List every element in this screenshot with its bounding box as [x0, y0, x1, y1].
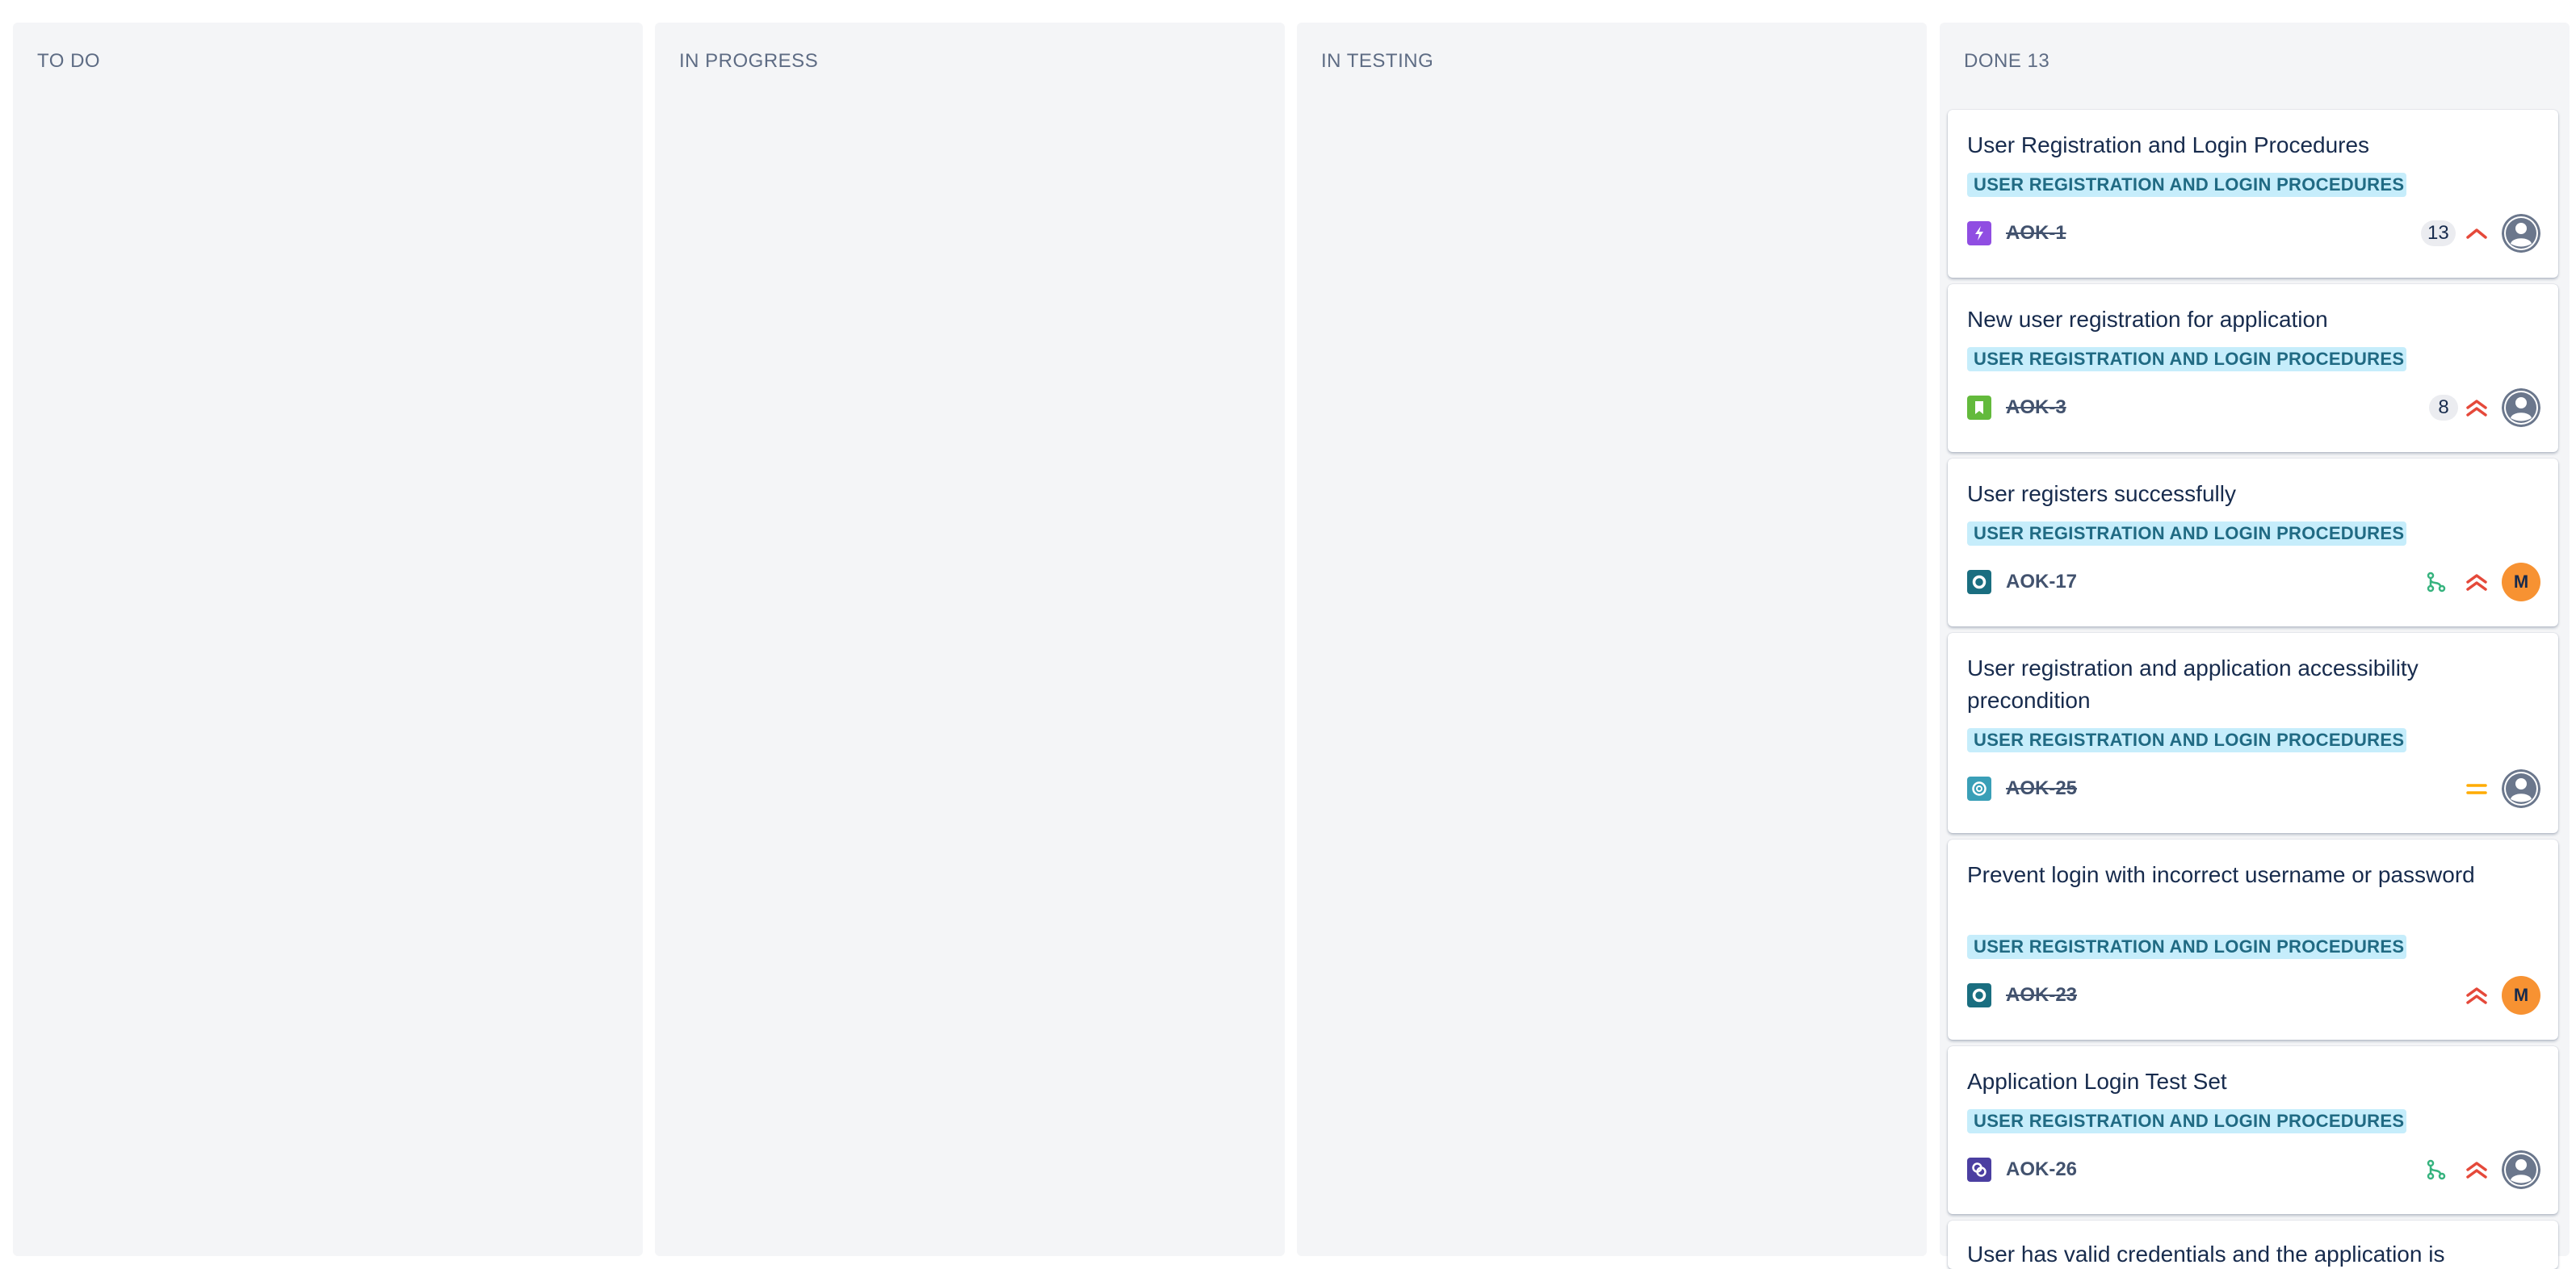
- issue-card[interactable]: User Registration and Login Procedures U…: [1948, 110, 2558, 278]
- high-priority-icon: [2466, 228, 2487, 239]
- git-branch-icon[interactable]: [2424, 570, 2448, 594]
- issue-key[interactable]: AOK-23: [2006, 983, 2077, 1007]
- column-header-todo: TO DO: [37, 50, 101, 72]
- column-in-testing: IN TESTING: [1297, 23, 1927, 1256]
- epic-label[interactable]: USER REGISTRATION AND LOGIN PROCEDURES: [1967, 935, 2406, 959]
- epic-label[interactable]: USER REGISTRATION AND LOGIN PROCEDURES: [1967, 347, 2406, 371]
- issue-card[interactable]: Application Login Test Set USER REGISTRA…: [1948, 1046, 2558, 1214]
- epic-lightning-icon: [1967, 221, 1991, 245]
- issue-key[interactable]: AOK-3: [2006, 396, 2066, 420]
- epic-label[interactable]: USER REGISTRATION AND LOGIN PROCEDURES: [1967, 173, 2406, 197]
- issue-card[interactable]: User registration and application access…: [1948, 633, 2558, 833]
- card-title: User has valid credentials and the appli…: [1967, 1242, 2445, 1267]
- precondition-icon: [1967, 777, 1991, 801]
- card-title: Prevent login with incorrect username or…: [1967, 862, 2475, 887]
- issue-card[interactable]: User has valid credentials and the appli…: [1948, 1221, 2558, 1269]
- column-header-in-progress: IN PROGRESS: [679, 50, 819, 72]
- unassigned-avatar[interactable]: [2502, 769, 2540, 808]
- card-title: User Registration and Login Procedures: [1967, 132, 2370, 157]
- card-title: User registers successfully: [1967, 481, 2236, 506]
- issue-key[interactable]: AOK-1: [2006, 221, 2066, 245]
- story-bookmark-icon: [1967, 396, 1991, 420]
- unassigned-avatar[interactable]: [2502, 388, 2540, 427]
- kanban-board: TO DO IN PROGRESS IN TESTING DONE 13 Use…: [0, 0, 2576, 1269]
- test-icon: [1967, 983, 1991, 1007]
- issue-key[interactable]: AOK-17: [2006, 570, 2077, 594]
- issue-card[interactable]: New user registration for application US…: [1948, 284, 2558, 452]
- highest-priority-icon: [2466, 1162, 2487, 1179]
- issue-key[interactable]: AOK-26: [2006, 1158, 2077, 1182]
- medium-priority-icon: [2466, 784, 2487, 794]
- issue-card[interactable]: Prevent login with incorrect username or…: [1948, 840, 2558, 1040]
- epic-label[interactable]: USER REGISTRATION AND LOGIN PROCEDURES: [1967, 521, 2406, 546]
- unassigned-avatar[interactable]: [2502, 1150, 2540, 1189]
- highest-priority-icon: [2466, 987, 2487, 1004]
- git-branch-icon[interactable]: [2424, 1158, 2448, 1182]
- epic-label[interactable]: USER REGISTRATION AND LOGIN PROCEDURES: [1967, 1109, 2406, 1133]
- column-header-in-testing: IN TESTING: [1321, 50, 1434, 72]
- issue-card[interactable]: User registers successfully USER REGISTR…: [1948, 459, 2558, 626]
- assignee-avatar[interactable]: M: [2502, 976, 2540, 1015]
- column-done: DONE 13 User Registration and Login Proc…: [1940, 23, 2570, 1269]
- issue-key[interactable]: AOK-25: [2006, 777, 2077, 801]
- card-title: User registration and application access…: [1967, 655, 2419, 713]
- highest-priority-icon: [2466, 400, 2487, 417]
- test-icon: [1967, 570, 1991, 594]
- column-todo: TO DO: [13, 23, 643, 1256]
- epic-label[interactable]: USER REGISTRATION AND LOGIN PROCEDURES: [1967, 728, 2406, 752]
- highest-priority-icon: [2466, 574, 2487, 591]
- unassigned-avatar[interactable]: [2502, 214, 2540, 253]
- test-set-icon: [1967, 1158, 1991, 1182]
- story-points-badge: 8: [2429, 395, 2458, 421]
- card-title: Application Login Test Set: [1967, 1069, 2227, 1094]
- column-in-progress: IN PROGRESS: [655, 23, 1285, 1256]
- assignee-avatar[interactable]: M: [2502, 563, 2540, 601]
- column-header-done: DONE 13: [1964, 50, 2050, 72]
- story-points-badge: 13: [2421, 220, 2456, 246]
- card-title: New user registration for application: [1967, 307, 2328, 332]
